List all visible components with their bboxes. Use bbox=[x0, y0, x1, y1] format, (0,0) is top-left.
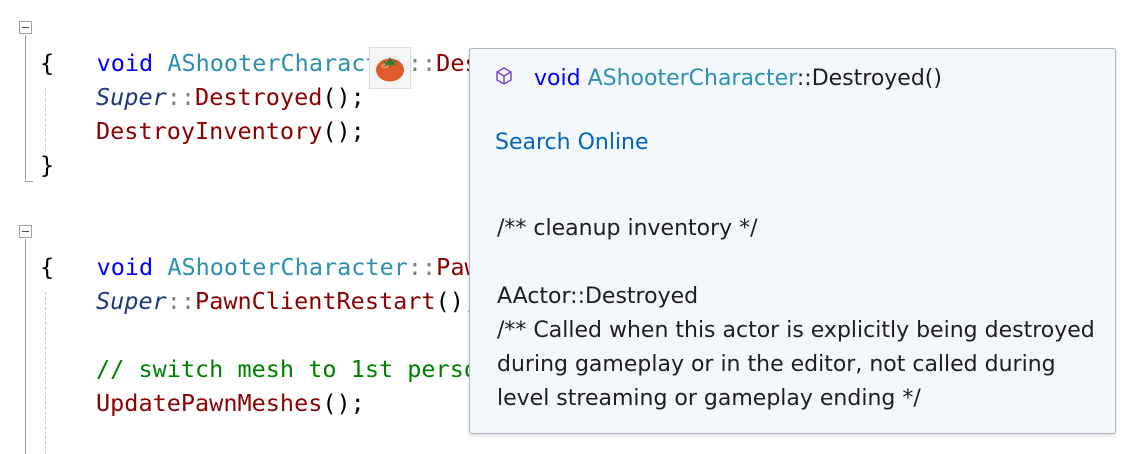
code-line[interactable]: { bbox=[40, 250, 54, 284]
code-line[interactable]: UpdatePawnMeshes(); bbox=[96, 386, 365, 420]
function-token: DestroyInventory bbox=[96, 117, 323, 145]
signature-class: AShooterCharacter bbox=[587, 66, 797, 91]
doc-comment: /** cleanup inventory */ bbox=[497, 216, 758, 241]
signature-return-type: void bbox=[534, 66, 581, 91]
class-token: AShooterCharacter bbox=[167, 253, 408, 281]
code-editor[interactable]: void AShooterCharacter::Destroyed() { Su… bbox=[0, 0, 1138, 454]
outline-guide bbox=[25, 35, 26, 182]
punctuation-token: (); bbox=[322, 389, 365, 417]
collapse-toggle-destroyed[interactable] bbox=[19, 21, 32, 34]
code-line[interactable]: // switch mesh to 1st perso bbox=[96, 352, 478, 386]
super-token: Super bbox=[96, 287, 167, 315]
quick-actions-button[interactable] bbox=[369, 47, 411, 89]
outline-guide-end bbox=[25, 181, 33, 182]
brace-token: } bbox=[40, 151, 55, 179]
punctuation-token: (); bbox=[322, 117, 365, 145]
scope-token: :: bbox=[407, 253, 437, 281]
code-line[interactable]: DestroyInventory(); bbox=[96, 114, 365, 148]
base-doc-line: during gameplay or in the editor, not ca… bbox=[497, 352, 1056, 377]
scope-token: :: bbox=[166, 83, 196, 111]
code-line[interactable]: } bbox=[40, 148, 54, 182]
comment-token: // switch mesh to 1st perso bbox=[96, 355, 479, 383]
brace-token: { bbox=[40, 49, 55, 77]
base-member: AActor::Destroyed bbox=[497, 284, 699, 309]
function-token: Destroyed bbox=[195, 83, 323, 111]
base-doc-line: level streaming or gameplay ending */ bbox=[497, 386, 921, 411]
outline-guide bbox=[25, 239, 26, 454]
code-line[interactable]: Super::Destroyed(); bbox=[96, 80, 365, 114]
super-token: Super bbox=[96, 83, 167, 111]
search-online-link[interactable]: Search Online bbox=[495, 127, 649, 159]
scope-token: :: bbox=[166, 287, 196, 315]
base-doc-line: /** Called when this actor is explicitly… bbox=[497, 318, 1095, 343]
signature: void AShooterCharacter::Destroyed() bbox=[534, 63, 942, 95]
code-line[interactable]: { bbox=[40, 46, 54, 80]
quick-info-tooltip: void AShooterCharacter::Destroyed() Sear… bbox=[469, 48, 1116, 434]
signature-separator: :: bbox=[796, 66, 812, 91]
keyword-token: void bbox=[96, 253, 154, 281]
code-line[interactable]: void AShooterCharacter::PawnCli bbox=[40, 216, 536, 281]
punctuation-token: (); bbox=[322, 83, 365, 111]
collapse-toggle-pawnclientrestart[interactable] bbox=[19, 225, 32, 238]
signature-method: Destroyed() bbox=[811, 66, 942, 91]
scope-token: :: bbox=[407, 49, 437, 77]
function-token: UpdatePawnMeshes bbox=[96, 389, 323, 417]
method-cube-icon bbox=[496, 67, 512, 85]
brace-token: { bbox=[40, 253, 55, 281]
tomato-icon bbox=[376, 57, 404, 82]
function-token: PawnClientRestart bbox=[195, 287, 436, 315]
code-line[interactable]: Super::PawnClientRestart(); bbox=[96, 284, 478, 318]
code-line[interactable]: void AShooterCharacter::Destroyed() bbox=[40, 12, 592, 77]
keyword-token: void bbox=[96, 49, 154, 77]
